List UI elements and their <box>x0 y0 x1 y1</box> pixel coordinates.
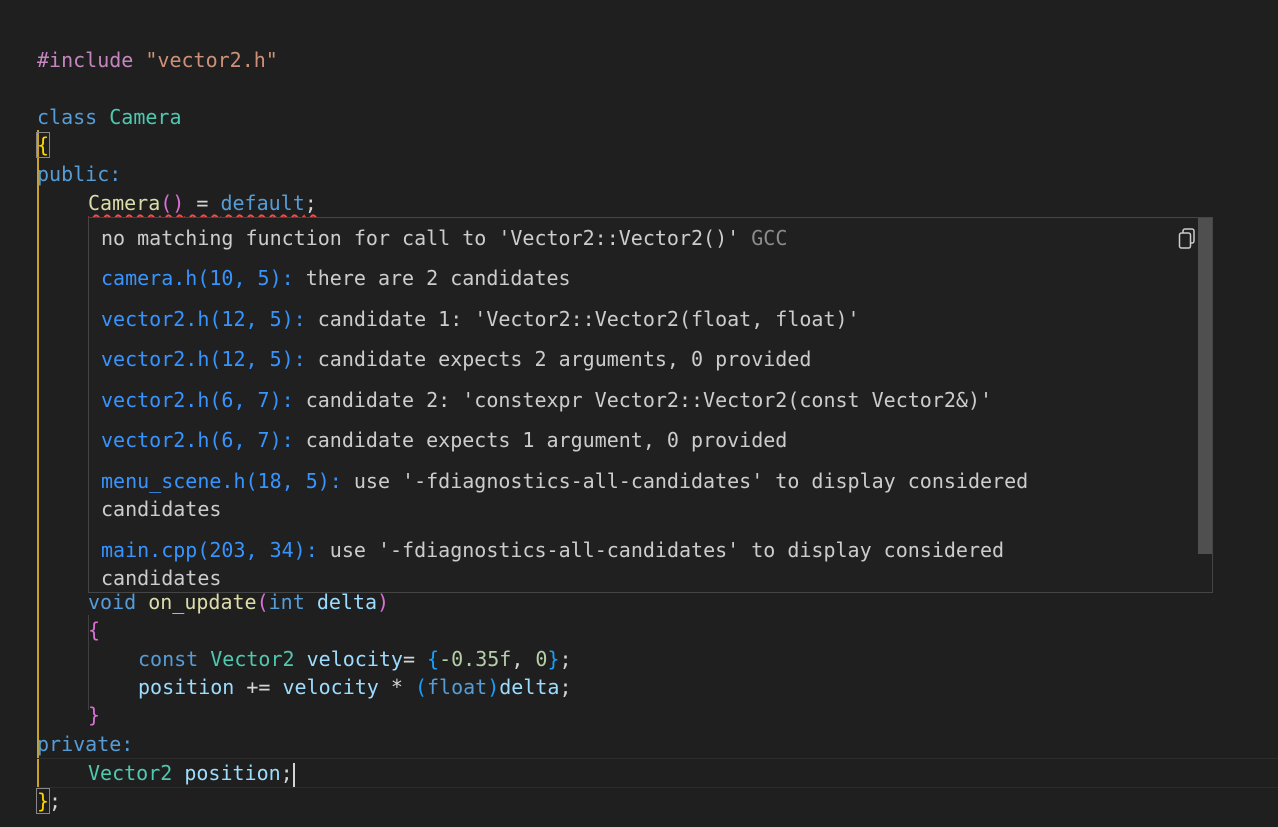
constructor-eq: = <box>184 191 221 215</box>
related-text: candidate expects 2 arguments, 0 provide… <box>305 347 812 371</box>
vector2-type: Vector2 <box>210 647 295 671</box>
code-line-open-brace[interactable]: { <box>35 131 51 159</box>
related-location-link[interactable]: main.cpp(203, 34): <box>101 538 318 562</box>
constructor-name: Camera <box>88 191 161 215</box>
param-open-paren: ( <box>256 590 269 614</box>
method-name: on_update <box>148 590 257 614</box>
float-keyword: float <box>427 675 488 699</box>
error-message-row: no matching function for call to 'Vector… <box>101 224 1172 252</box>
position-ref: position <box>138 675 235 699</box>
related-info-row: camera.h(10, 5): there are 2 candidates <box>101 264 1172 292</box>
include-directive: #include <box>37 48 134 72</box>
code-line-include[interactable]: #include "vector2.h" <box>37 46 278 74</box>
copy-icon[interactable] <box>1178 228 1196 250</box>
velocity-semicolon: ; <box>559 647 572 671</box>
method-open-brace: { <box>88 618 101 642</box>
class-name: Camera <box>109 105 182 129</box>
init-value-y: 0 <box>535 647 548 671</box>
related-info-row: vector2.h(6, 7): candidate 2: 'constexpr… <box>101 386 1172 414</box>
code-line-constructor[interactable]: Camera() = default; <box>88 189 317 217</box>
default-keyword: default <box>220 191 305 215</box>
code-line-class-close[interactable]: }; <box>35 787 62 815</box>
code-line-method-open[interactable]: { <box>88 616 100 644</box>
error-message: no matching function for call to 'Vector… <box>101 226 740 250</box>
related-info-row: menu_scene.h(18, 5): use '-fdiagnostics-… <box>101 467 1092 523</box>
param-close-paren: ) <box>377 590 390 614</box>
class-close-brace: } <box>35 788 51 814</box>
cast-open-paren: ( <box>414 675 427 699</box>
constructor-parens: () <box>160 191 185 215</box>
related-location-link[interactable]: vector2.h(6, 7): <box>101 388 294 412</box>
related-text: there are 2 candidates <box>293 266 571 290</box>
include-file: "vector2.h" <box>145 48 278 72</box>
text-cursor <box>292 762 295 787</box>
member-name: position <box>184 761 281 785</box>
member-semicolon: ; <box>280 761 293 785</box>
velocity-variable: velocity <box>306 647 403 671</box>
method-close-brace: } <box>88 703 101 727</box>
error-hover-popup[interactable]: no matching function for call to 'Vector… <box>88 217 1213 593</box>
init-separator: , <box>511 647 536 671</box>
param-name: delta <box>316 590 378 614</box>
position-semicolon: ; <box>559 675 572 699</box>
private-keyword: private: <box>37 732 134 756</box>
multiply-operator: * <box>378 675 415 699</box>
code-line-member[interactable]: Vector2 position; <box>88 759 295 787</box>
related-location-link[interactable]: vector2.h(12, 5): <box>101 307 306 331</box>
related-location-link[interactable]: vector2.h(6, 7): <box>101 428 294 452</box>
cast-close-paren: ) <box>487 675 500 699</box>
const-keyword: const <box>138 647 199 671</box>
class-scope-guide <box>37 130 39 788</box>
class-keyword: class <box>37 105 98 129</box>
int-keyword: int <box>268 590 305 614</box>
velocity-ref: velocity <box>282 675 379 699</box>
code-line-private[interactable]: private: <box>37 730 133 758</box>
related-text: candidate 2: 'constexpr Vector2::Vector2… <box>293 388 993 412</box>
constructor-semicolon: ; <box>304 191 317 215</box>
related-location-link[interactable]: camera.h(10, 5): <box>101 266 294 290</box>
code-line-method-close[interactable]: } <box>88 701 100 729</box>
public-keyword: public: <box>37 162 122 186</box>
related-text: candidate expects 1 argument, 0 provided <box>293 428 788 452</box>
error-source: GCC <box>751 226 788 250</box>
member-type: Vector2 <box>88 761 173 785</box>
delta-ref: delta <box>499 675 560 699</box>
related-info-row: main.cpp(203, 34): use '-fdiagnostics-al… <box>101 536 1067 592</box>
init-close-brace: } <box>547 647 560 671</box>
init-value-x: -0.35f <box>439 647 512 671</box>
related-location-link[interactable]: menu_scene.h(18, 5): <box>101 469 342 493</box>
hover-scrollbar[interactable] <box>1198 218 1212 554</box>
code-editor[interactable]: #include "vector2.h" class Camera { publ… <box>0 0 1278 827</box>
code-line-class[interactable]: class Camera <box>37 103 182 131</box>
related-text: candidate 1: 'Vector2::Vector2(float, fl… <box>305 307 860 331</box>
void-keyword: void <box>88 590 137 614</box>
class-open-brace: { <box>35 132 51 158</box>
class-semicolon: ; <box>49 789 62 813</box>
init-open-brace: { <box>427 647 440 671</box>
related-info-row: vector2.h(12, 5): candidate 1: 'Vector2:… <box>101 305 1172 333</box>
related-info-row: vector2.h(12, 5): candidate expects 2 ar… <box>101 345 1172 373</box>
related-location-link[interactable]: vector2.h(12, 5): <box>101 347 306 371</box>
assign-operator: = <box>402 647 428 671</box>
code-line-velocity[interactable]: const Vector2 velocity= {-0.35f, 0}; <box>138 645 572 673</box>
code-line-public[interactable]: public: <box>37 160 121 188</box>
plus-assign-operator: += <box>234 675 283 699</box>
code-line-position-update[interactable]: position += velocity * (float)delta; <box>138 673 572 701</box>
related-info-row: vector2.h(6, 7): candidate expects 1 arg… <box>101 426 1172 454</box>
